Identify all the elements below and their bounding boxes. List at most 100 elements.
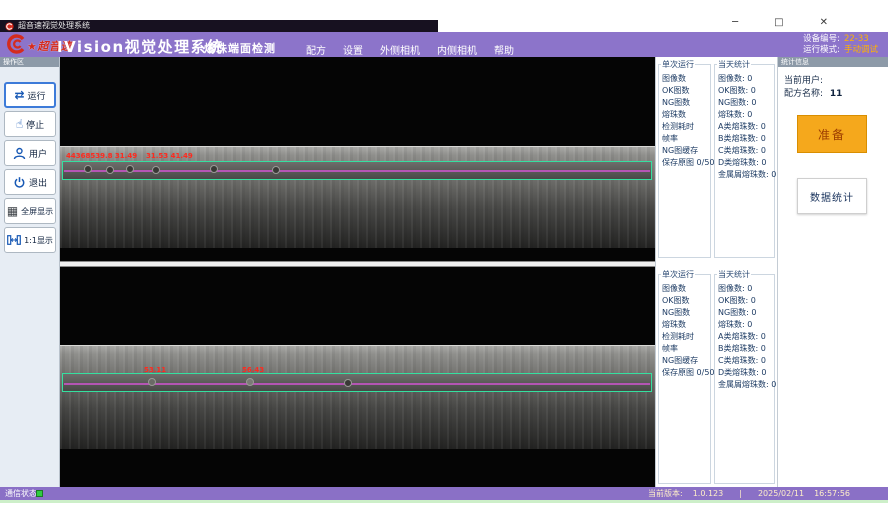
bead-blob <box>344 379 352 387</box>
stats-panel-inner: 单次运行 图像数 OK图数 NG图数 熔珠数 检测耗时 帧率 NG图缓存 保存原… <box>656 267 777 487</box>
stat-item: 图像数 <box>662 283 710 295</box>
fullscreen-grid-icon: ▦ <box>7 205 18 217</box>
user-button[interactable]: 用户 <box>4 140 56 166</box>
camera-view-outer[interactable]: 44368539.8 31.49 31.53 41.49 <box>60 57 655 261</box>
measurement-annotation: 44368539.8 31.49 <box>66 152 137 160</box>
stat-item: A类熔珠数: 0 <box>718 121 774 133</box>
stat-item: B类熔珠数: 0 <box>718 133 774 145</box>
desktop-title: 超音速视觉处理系统 <box>18 20 90 32</box>
camera-image-area: 44368539.8 31.49 31.53 41.49 53.11 56.43 <box>60 57 655 487</box>
run-mode-value: 手动调试 <box>844 45 878 55</box>
fullscreen-button[interactable]: ▦ 全屏显示 <box>4 198 56 224</box>
stat-item: 熔珠数 <box>662 109 710 121</box>
version-info: 当前版本: 1.0.123 | 2025/02/11 16:57:56 <box>648 487 850 500</box>
stat-item: 熔珠数: 0 <box>718 109 774 121</box>
stat-item: 帧率 <box>662 133 710 145</box>
page-title: IVision视觉处理系统 <box>57 36 224 57</box>
stop-button[interactable]: ☝ 停止 <box>4 111 56 137</box>
prepare-button[interactable]: 准备 <box>797 115 867 153</box>
stat-item: 图像数: 0 <box>718 283 774 295</box>
recipe-name-value: 11 <box>830 89 843 99</box>
stat-item: 金属屑熔珠数: 0 <box>718 379 774 391</box>
desktop-title-strip: 超音速视觉处理系统 <box>0 20 438 32</box>
stat-item: 图像数: 0 <box>718 73 774 85</box>
stat-item: OK图数: 0 <box>718 85 774 97</box>
stat-item: C类熔珠数: 0 <box>718 145 774 157</box>
stat-item: NG图缓存 <box>662 355 710 367</box>
bead-blob <box>210 165 218 173</box>
statistics-columns: 单次运行 图像数 OK图数 NG图数 熔珠数 检测耗时 帧率 NG图缓存 保存原… <box>655 57 778 487</box>
stop-button-label: 停止 <box>26 118 44 131</box>
run-button[interactable]: ⇄ 运行 <box>4 82 56 108</box>
menu-inner-camera[interactable]: 内侧相机 <box>437 42 477 57</box>
hand-stop-icon: ☝ <box>16 118 23 130</box>
one-to-one-button[interactable]: 1:1显示 <box>4 227 56 253</box>
exit-button[interactable]: 退出 <box>4 169 56 195</box>
data-statistics-button[interactable]: 数据统计 <box>797 178 867 214</box>
stat-item: D类熔珠数: 0 <box>718 157 774 169</box>
device-info: 设备编号:22-33 运行模式:手动调试 <box>803 34 878 56</box>
menu-settings[interactable]: 设置 <box>343 42 363 57</box>
menu-recipe[interactable]: 配方 <box>306 42 326 57</box>
bead-blob <box>84 165 92 173</box>
stat-item: 检测耗时 <box>662 331 710 343</box>
bead-blob <box>148 378 156 386</box>
run-cycle-icon: ⇄ <box>14 89 24 101</box>
stat-item: D类熔珠数: 0 <box>718 367 774 379</box>
menu-outer-camera[interactable]: 外侧相机 <box>380 42 420 57</box>
stat-item: NG图数 <box>662 97 710 109</box>
menubar: 配方 设置 外侧相机 内侧相机 帮助 <box>306 42 514 57</box>
comm-status-led <box>36 490 43 497</box>
stat-item: 熔珠数: 0 <box>718 319 774 331</box>
daily-stats-title: 当天统计 <box>717 59 751 70</box>
app-header: ★超音速 IVision视觉处理系统 熔珠端面检测 配方 设置 外侧相机 内侧相… <box>0 32 888 57</box>
power-icon <box>13 176 26 189</box>
user-button-label: 用户 <box>29 147 47 160</box>
window-controls: ─ □ ✕ <box>732 14 828 32</box>
exit-button-label: 退出 <box>29 176 47 189</box>
stat-item: NG图数 <box>662 307 710 319</box>
stat-item: 金属屑熔珠数: 0 <box>718 169 774 181</box>
app-window: 超音速视觉处理系统 ─ □ ✕ ★超音速 IVision视觉处理系统 熔珠端面检… <box>0 0 888 522</box>
one-to-one-icon <box>7 235 21 245</box>
stat-item: OK图数 <box>662 85 710 97</box>
stat-item: 熔珠数 <box>662 319 710 331</box>
daily-stats-title: 当天统计 <box>717 269 751 280</box>
bead-blob <box>106 166 114 174</box>
recipe-name-label: 配方名称: <box>784 89 823 99</box>
minimize-icon[interactable]: ─ <box>732 14 738 32</box>
one-to-one-button-label: 1:1显示 <box>24 235 53 246</box>
close-icon[interactable]: ✕ <box>820 14 828 32</box>
menu-help[interactable]: 帮助 <box>494 42 514 57</box>
window-bottom-edge <box>0 500 888 503</box>
single-run-group: 单次运行 图像数 OK图数 NG图数 熔珠数 检测耗时 帧率 NG图缓存 保存原… <box>658 274 711 484</box>
measurement-annotation: 31.53 41.49 <box>146 152 193 160</box>
measurement-annotation: 53.11 <box>144 366 166 374</box>
version-label: 当前版本: <box>648 487 683 500</box>
run-button-label: 运行 <box>28 89 46 102</box>
stat-item: NG图缓存 <box>662 145 710 157</box>
stat-item: 检测耗时 <box>662 121 710 133</box>
maximize-icon[interactable]: □ <box>774 14 783 32</box>
separator: | <box>739 487 742 500</box>
recipe-name-row: 配方名称: 11 <box>784 86 842 99</box>
metal-strip <box>60 345 655 449</box>
current-user-label: 当前用户: <box>784 76 823 86</box>
single-run-title: 单次运行 <box>661 269 695 280</box>
stat-item: OK图数 <box>662 295 710 307</box>
stats-panel-outer: 单次运行 图像数 OK图数 NG图数 熔珠数 检测耗时 帧率 NG图缓存 保存原… <box>656 57 777 261</box>
status-time: 16:57:56 <box>814 487 850 500</box>
single-run-title: 单次运行 <box>661 59 695 70</box>
fullscreen-button-label: 全屏显示 <box>21 206 53 217</box>
brand-swirl-icon <box>4 34 26 54</box>
bead-blob <box>152 166 160 174</box>
current-user-row: 当前用户: <box>784 73 823 86</box>
device-number-value: 22-33 <box>844 34 869 44</box>
page-subtitle: 熔珠端面检测 <box>204 40 276 56</box>
stat-item: 图像数 <box>662 73 710 85</box>
stat-item: C类熔珠数: 0 <box>718 355 774 367</box>
stat-item: B类熔珠数: 0 <box>718 343 774 355</box>
device-number-label: 设备编号: <box>803 34 840 44</box>
camera-view-inner[interactable]: 53.11 56.43 <box>60 267 655 487</box>
operation-sidebar: 操作区 ⇄ 运行 ☝ 停止 用户 退出 ▦ 全屏显示 <box>0 57 60 487</box>
